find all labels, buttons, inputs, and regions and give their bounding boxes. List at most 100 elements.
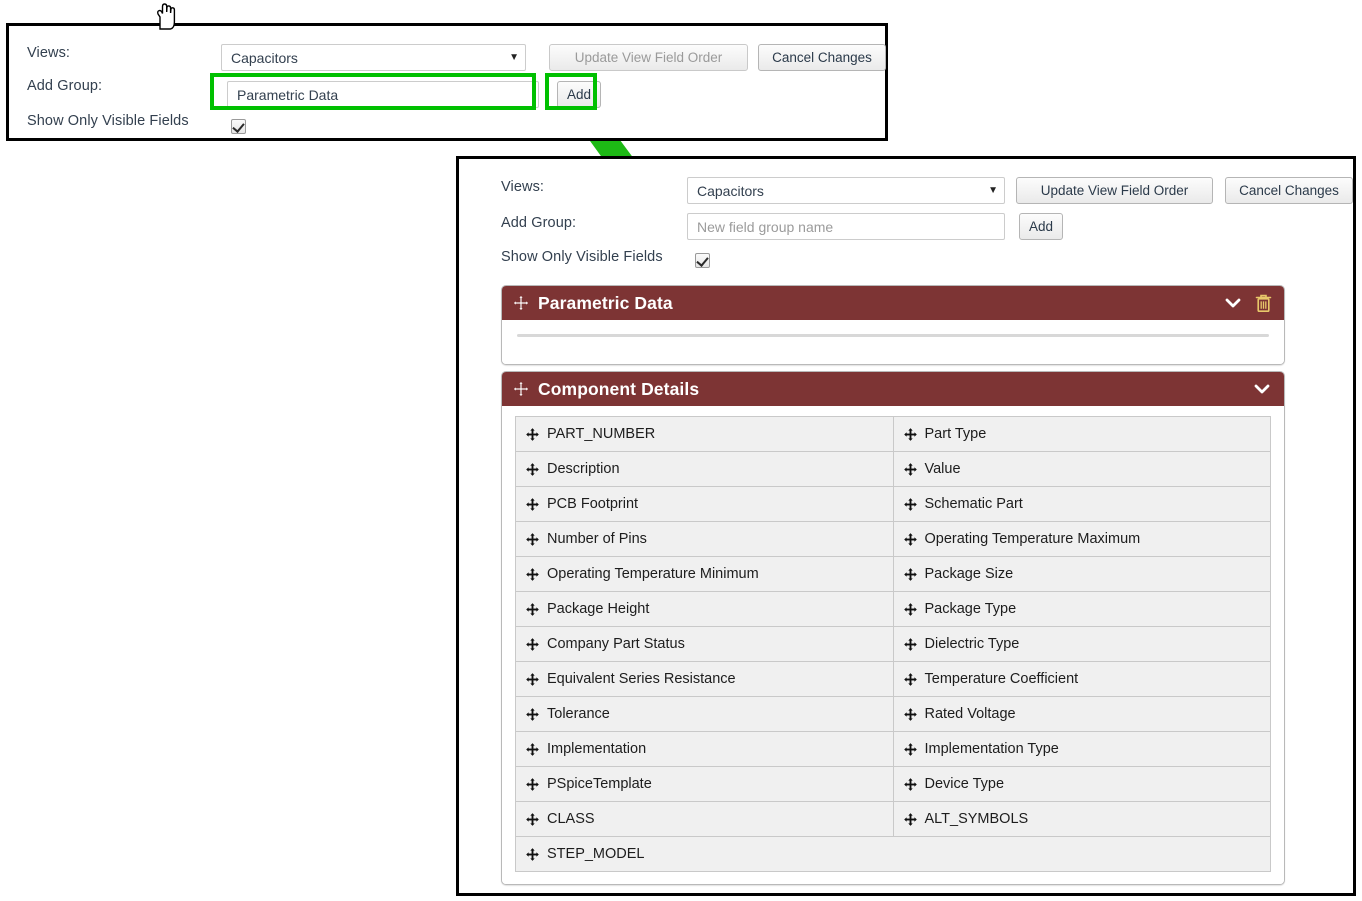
field-item-label: Tolerance	[547, 706, 610, 722]
field-item-label: CLASS	[547, 811, 595, 827]
move-handle-icon[interactable]	[526, 568, 539, 581]
field-item-label: PSpiceTemplate	[547, 776, 652, 792]
field-item[interactable]: Part Type	[894, 417, 1272, 452]
field-item-label: Package Height	[547, 601, 649, 617]
move-handle-icon[interactable]	[904, 743, 917, 756]
move-handle-icon[interactable]	[904, 708, 917, 721]
add-group-input[interactable]: Parametric Data	[227, 81, 539, 108]
cancel-changes-button[interactable]: Cancel Changes	[758, 44, 886, 71]
field-item-label: Value	[925, 461, 961, 477]
field-item-label: Equivalent Series Resistance	[547, 671, 736, 687]
move-handle-icon[interactable]	[904, 673, 917, 686]
views-select[interactable]: Capacitors ▼	[221, 44, 526, 71]
show-only-visible-row: Show Only Visible Fields	[501, 249, 663, 265]
field-item[interactable]: CLASS	[516, 802, 894, 837]
add-group-button[interactable]: Add	[557, 81, 601, 108]
add-group-input[interactable]: New field group name	[687, 213, 1005, 240]
field-item[interactable]: Dielectric Type	[894, 627, 1272, 662]
field-item-label: Package Size	[925, 566, 1014, 582]
move-handle-icon[interactable]	[904, 428, 917, 441]
field-group-header[interactable]: Parametric Data	[502, 286, 1284, 320]
move-handle-icon[interactable]	[526, 673, 539, 686]
field-item-label: ALT_SYMBOLS	[925, 811, 1029, 827]
move-handle-icon[interactable]	[904, 463, 917, 476]
views-select[interactable]: Capacitors ▼	[687, 177, 1005, 204]
move-handle-icon[interactable]	[904, 778, 917, 791]
move-handle-icon[interactable]	[904, 568, 917, 581]
field-item[interactable]: Operating Temperature Maximum	[894, 522, 1272, 557]
chevron-down-icon: ▼	[503, 53, 519, 63]
show-only-visible-checkbox[interactable]	[231, 119, 246, 134]
field-item[interactable]: Description	[516, 452, 894, 487]
move-handle-icon[interactable]	[904, 638, 917, 651]
field-item[interactable]: Package Height	[516, 592, 894, 627]
field-item[interactable]: Value	[894, 452, 1272, 487]
field-item[interactable]: Temperature Coefficient	[894, 662, 1272, 697]
field-item[interactable]: Implementation	[516, 732, 894, 767]
field-item-label: STEP_MODEL	[547, 846, 645, 862]
field-item-label: Company Part Status	[547, 636, 685, 652]
move-handle-icon[interactable]	[526, 848, 539, 861]
field-item[interactable]: PCB Footprint	[516, 487, 894, 522]
show-only-visible-label: Show Only Visible Fields	[501, 249, 663, 265]
move-handle-icon[interactable]	[526, 463, 539, 476]
field-item[interactable]: PART_NUMBER	[516, 417, 894, 452]
move-handle-icon[interactable]	[513, 381, 529, 397]
add-group-label: Add Group:	[27, 78, 102, 94]
field-group-body	[502, 320, 1284, 364]
add-group-button[interactable]: Add	[1019, 213, 1063, 240]
move-handle-icon[interactable]	[513, 295, 529, 311]
field-item[interactable]: Implementation Type	[894, 732, 1272, 767]
views-label: Views:	[501, 179, 544, 195]
field-item-label: Operating Temperature Maximum	[925, 531, 1141, 547]
field-item[interactable]: PSpiceTemplate	[516, 767, 894, 802]
field-item[interactable]: Device Type	[894, 767, 1272, 802]
move-handle-icon[interactable]	[526, 813, 539, 826]
move-handle-icon[interactable]	[526, 533, 539, 546]
field-item[interactable]: Package Type	[894, 592, 1272, 627]
update-view-field-order-button[interactable]: Update View Field Order	[1016, 177, 1213, 204]
chevron-down-icon[interactable]	[1254, 382, 1270, 396]
field-item[interactable]: Package Size	[894, 557, 1272, 592]
field-item-label: Description	[547, 461, 620, 477]
field-item[interactable]: Tolerance	[516, 697, 894, 732]
move-handle-icon[interactable]	[904, 533, 917, 546]
move-handle-icon[interactable]	[526, 428, 539, 441]
move-handle-icon[interactable]	[904, 603, 917, 616]
move-handle-icon[interactable]	[904, 813, 917, 826]
empty-group-placeholder	[517, 334, 1269, 337]
chevron-down-icon[interactable]	[1225, 296, 1241, 310]
field-item[interactable]: Number of Pins	[516, 522, 894, 557]
show-only-visible-label: Show Only Visible Fields	[27, 113, 189, 129]
field-item[interactable]: Schematic Part	[894, 487, 1272, 522]
add-group-label: Add Group:	[501, 215, 576, 231]
field-item-label: Number of Pins	[547, 531, 647, 547]
field-group-parametric-data: Parametric Data	[501, 285, 1285, 365]
field-item[interactable]: Rated Voltage	[894, 697, 1272, 732]
move-handle-icon[interactable]	[904, 498, 917, 511]
field-item-label: PCB Footprint	[547, 496, 638, 512]
move-handle-icon[interactable]	[526, 743, 539, 756]
move-handle-icon[interactable]	[526, 708, 539, 721]
move-handle-icon[interactable]	[526, 498, 539, 511]
field-item[interactable]: Equivalent Series Resistance	[516, 662, 894, 697]
update-view-field-order-button[interactable]: Update View Field Order	[549, 44, 748, 71]
field-list: PART_NUMBERPart Type Description Value PCB …	[515, 416, 1271, 872]
field-group-header[interactable]: Component Details	[502, 372, 1284, 406]
views-select-value: Capacitors	[697, 183, 764, 199]
move-handle-icon[interactable]	[526, 638, 539, 651]
field-item[interactable]: ALT_SYMBOLS	[894, 802, 1272, 837]
move-handle-icon[interactable]	[526, 778, 539, 791]
field-item[interactable]: Operating Temperature Minimum	[516, 557, 894, 592]
show-only-visible-checkbox[interactable]	[695, 253, 710, 268]
move-handle-icon[interactable]	[526, 603, 539, 616]
field-item[interactable]: STEP_MODEL	[516, 837, 1271, 872]
field-item-label: Implementation	[547, 741, 646, 757]
delete-group-trash-icon[interactable]	[1255, 294, 1272, 313]
field-group-body: PART_NUMBERPart Type Description Value PCB …	[502, 406, 1284, 884]
field-item[interactable]: Company Part Status	[516, 627, 894, 662]
field-item-label: Package Type	[925, 601, 1017, 617]
show-only-visible-row: Show Only Visible Fields	[27, 113, 867, 129]
cancel-changes-button[interactable]: Cancel Changes	[1225, 177, 1353, 204]
mouse-cursor-pointer	[152, 3, 178, 33]
